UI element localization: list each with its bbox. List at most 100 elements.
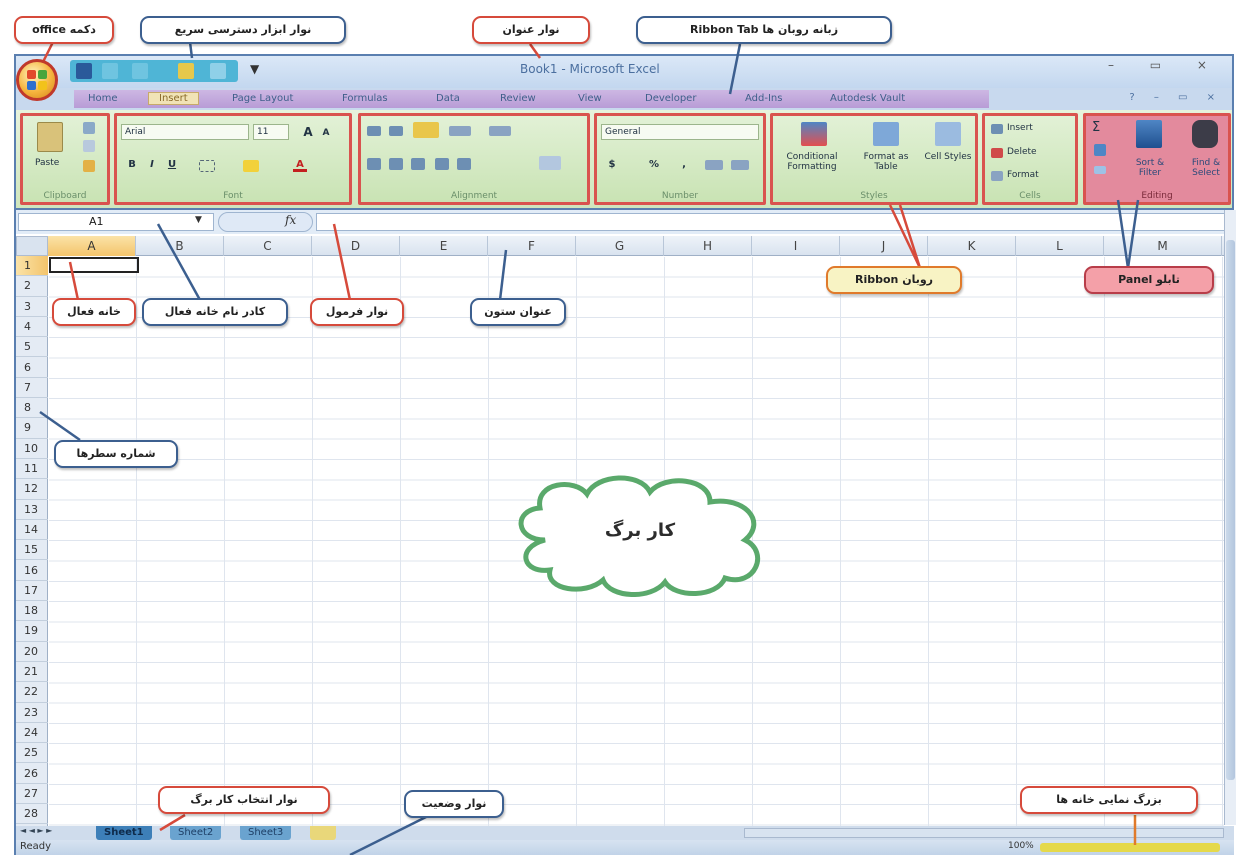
cut-icon[interactable] (83, 122, 95, 134)
sort-filter-label[interactable]: Sort & Filter (1128, 158, 1172, 178)
column-header-e[interactable]: E (400, 236, 488, 256)
paste-icon[interactable] (37, 122, 63, 152)
undo-icon[interactable] (102, 63, 118, 79)
row-header-16[interactable]: 16 (16, 561, 48, 581)
row-header-10[interactable]: 10 (16, 439, 48, 459)
column-header-b[interactable]: B (136, 236, 224, 256)
font-color-button[interactable]: A (293, 158, 307, 172)
column-header-c[interactable]: C (224, 236, 312, 256)
name-box[interactable]: A1 (18, 213, 214, 231)
format-as-table-icon[interactable] (873, 122, 899, 146)
row-header-17[interactable]: 17 (16, 581, 48, 602)
sheet-nav-buttons[interactable]: ◄ ◄ ► ► (20, 826, 52, 835)
row-header-28[interactable]: 28 (16, 804, 48, 825)
row-header-23[interactable]: 23 (16, 703, 48, 723)
align-center-icon[interactable] (389, 158, 403, 170)
decrease-indent-icon[interactable] (435, 158, 449, 170)
row-header-8[interactable]: 8 (16, 398, 48, 419)
row-header-13[interactable]: 13 (16, 500, 48, 520)
row-header-6[interactable]: 6 (16, 358, 48, 378)
print-icon[interactable] (210, 63, 226, 79)
fill-color-icon[interactable] (243, 160, 259, 172)
tab-formulas[interactable]: Formulas (342, 93, 388, 104)
underline-button[interactable]: U (165, 158, 179, 172)
redo-icon[interactable] (132, 63, 148, 79)
tab-page-layout[interactable]: Page Layout (232, 93, 293, 104)
merge-center-icon[interactable] (539, 156, 561, 170)
sort-filter-icon[interactable] (1136, 120, 1162, 148)
sheet-tab-2[interactable]: Sheet2 (170, 826, 222, 840)
row-header-2[interactable]: 2 (16, 276, 48, 297)
row-header-27[interactable]: 27 (16, 784, 48, 805)
align-middle-icon[interactable] (389, 126, 403, 136)
autosum-button[interactable]: Σ (1092, 120, 1100, 135)
column-header-k[interactable]: K (928, 236, 1016, 256)
cell-styles-label[interactable]: Cell Styles (921, 152, 975, 162)
tab-insert[interactable]: Insert (148, 92, 199, 105)
column-header-m[interactable]: M (1104, 236, 1222, 256)
font-name-select[interactable]: Arial (121, 124, 249, 140)
office-button[interactable] (16, 59, 58, 101)
clear-icon[interactable] (1094, 166, 1106, 174)
sheet-tab-3[interactable]: Sheet3 (240, 826, 292, 840)
wrap-text-icon[interactable] (413, 122, 439, 138)
paste-label[interactable]: Paste (35, 158, 59, 168)
row-header-3[interactable]: 3 (16, 297, 48, 317)
active-cell[interactable] (49, 257, 139, 273)
open-folder-icon[interactable] (178, 63, 194, 79)
row-header-21[interactable]: 21 (16, 662, 48, 683)
cell-styles-icon[interactable] (935, 122, 961, 146)
zoom-level[interactable]: 100% (1008, 841, 1034, 851)
vertical-scrollbar[interactable] (1224, 210, 1236, 825)
tab-review[interactable]: Review (500, 93, 536, 104)
column-header-a[interactable]: A (48, 236, 136, 256)
column-header-f[interactable]: F (488, 236, 576, 256)
column-header-d[interactable]: D (312, 236, 400, 256)
row-header-15[interactable]: 15 (16, 540, 48, 561)
row-header-5[interactable]: 5 (16, 337, 48, 358)
bold-button[interactable]: B (125, 158, 139, 172)
tab-view[interactable]: View (578, 93, 602, 104)
align-right-icon[interactable] (411, 158, 425, 170)
comma-button[interactable]: , (677, 158, 691, 172)
format-as-table-label[interactable]: Format as Table (855, 152, 917, 172)
column-header-l[interactable]: L (1016, 236, 1104, 256)
row-header-11[interactable]: 11 (16, 459, 48, 480)
shrink-font-button[interactable]: A (319, 126, 333, 140)
indent-icon[interactable] (489, 126, 511, 136)
row-header-4[interactable]: 4 (16, 317, 48, 338)
increase-decimal-icon[interactable] (705, 160, 723, 170)
formula-input[interactable] (316, 213, 1226, 231)
align-top-icon[interactable] (367, 126, 381, 136)
font-size-select[interactable]: 11 (253, 124, 289, 140)
increase-indent-icon[interactable] (457, 158, 471, 170)
horizontal-scrollbar[interactable] (744, 828, 1224, 838)
window-controls[interactable]: – ▭ × (1108, 58, 1223, 72)
borders-icon[interactable] (199, 160, 215, 172)
conditional-formatting-label[interactable]: Conditional Formatting (775, 152, 849, 172)
row-header-9[interactable]: 9 (16, 418, 48, 439)
currency-button[interactable]: $ (605, 158, 619, 172)
copy-icon[interactable] (83, 140, 95, 152)
row-header-25[interactable]: 25 (16, 743, 48, 764)
row-header-7[interactable]: 7 (16, 378, 48, 399)
help-controls[interactable]: ? – ▭ × (1129, 92, 1223, 103)
tab-autodesk-vault[interactable]: Autodesk Vault (830, 93, 905, 104)
save-icon[interactable] (76, 63, 92, 79)
format-painter-icon[interactable] (83, 160, 95, 172)
insert-sheet-icon[interactable] (310, 826, 336, 840)
insert-function-button[interactable]: fx (285, 213, 296, 227)
column-header-i[interactable]: I (752, 236, 840, 256)
row-header-22[interactable]: 22 (16, 682, 48, 703)
customize-qat-button[interactable]: ▼ (250, 62, 259, 76)
row-header-18[interactable]: 18 (16, 601, 48, 622)
percent-button[interactable]: % (647, 158, 661, 172)
grow-font-button[interactable]: A (301, 125, 315, 139)
orientation-icon[interactable] (449, 126, 471, 136)
row-header-19[interactable]: 19 (16, 621, 48, 642)
tab-data[interactable]: Data (436, 93, 460, 104)
column-header-g[interactable]: G (576, 236, 664, 256)
column-header-j[interactable]: J (840, 236, 928, 256)
name-box-dropdown-icon[interactable]: ▼ (195, 215, 202, 225)
insert-button[interactable]: Insert (1007, 123, 1033, 133)
